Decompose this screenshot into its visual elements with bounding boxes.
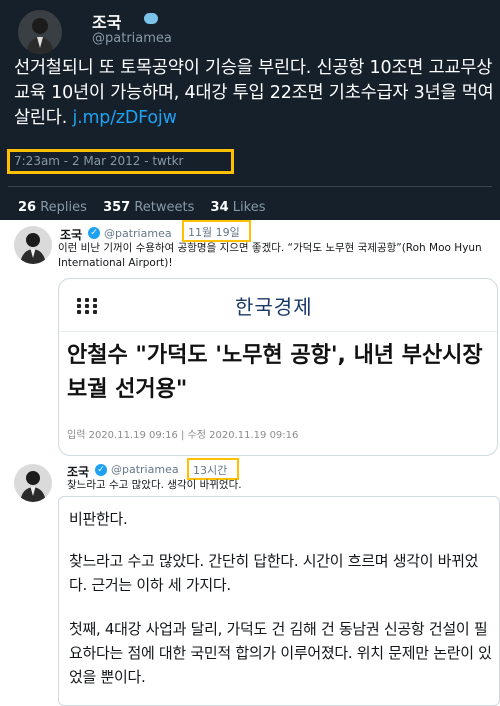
retweets-label: Retweets [134,200,195,215]
essay-image[interactable]: 비판한다. 찾느라고 수고 많았다. 간단히 답한다. 시간이 흐르며 생각이 … [58,496,500,706]
cloud-icon [144,13,158,24]
avatar[interactable] [18,10,62,54]
tweet-timestamp[interactable]: 7:23am - 2 Mar 2012 - twtkr [14,154,183,168]
tweet-text: 이런 비난 기꺼이 수용하여 공항명을 지으면 좋겠다. “가덕도 노무현 국제… [58,242,482,269]
verified-icon: ✓ [95,464,107,476]
news-source: 한국경제 [235,295,313,319]
likes-count[interactable]: 34 [211,200,229,215]
tweet-stats: 26 Replies 357 Retweets 34 Likes [18,200,277,215]
divider [8,186,492,187]
replies-label: Replies [40,200,87,215]
likes-label: Likes [232,200,266,215]
tweet-link[interactable]: j.mp/zDFojw [72,108,176,128]
retweets-count[interactable]: 357 [103,200,130,215]
grid-icon [77,298,101,314]
author-handle[interactable]: @patriamea [111,463,179,476]
replies-count[interactable]: 26 [18,200,36,215]
article-headline[interactable]: 안철수 "가덕도 '노무현 공항', 내년 부산시장 보궐 선거용" [67,339,497,407]
tweet-date[interactable]: 11월 19일 [188,224,240,240]
article-meta: 입력 2020.11.19 09:16 | 수정 2020.11.19 09:1… [67,430,299,441]
card-header: 한국경제 [59,279,497,332]
essay-paragraph: 첫째, 4대강 사업과 달리, 가덕도 건 김해 건 동남권 신공항 건설이 필… [69,620,492,686]
essay-paragraph: 찾느라고 수고 많았다. 간단히 답한다. 시간이 흐르며 생각이 바뀌었다. … [69,552,479,594]
avatar[interactable] [14,464,52,502]
tweet-text: 찾느라고 수고 많았다. 생각이 바뀌었다. [67,479,242,491]
tweet-time[interactable]: 13시간 [193,462,227,478]
author-name[interactable]: 조국 [92,9,121,33]
author-handle[interactable]: @patriamea [92,31,172,46]
avatar[interactable] [14,226,52,264]
link-card[interactable]: 한국경제 안철수 "가덕도 '노무현 공항', 내년 부산시장 보궐 선거용" … [58,278,498,456]
essay-paragraph: 비판한다. [69,510,128,528]
dark-tweet: 조국 @patriamea 선거철되니 또 토목공약이 기승을 부린다. 신공항… [0,0,500,220]
verified-icon: ✓ [88,227,100,239]
author-handle[interactable]: @patriamea [104,227,172,240]
tweet-text: 선거철되니 또 토목공약이 기승을 부린다. 신공항 10조면 고교무상교육 1… [14,56,498,131]
